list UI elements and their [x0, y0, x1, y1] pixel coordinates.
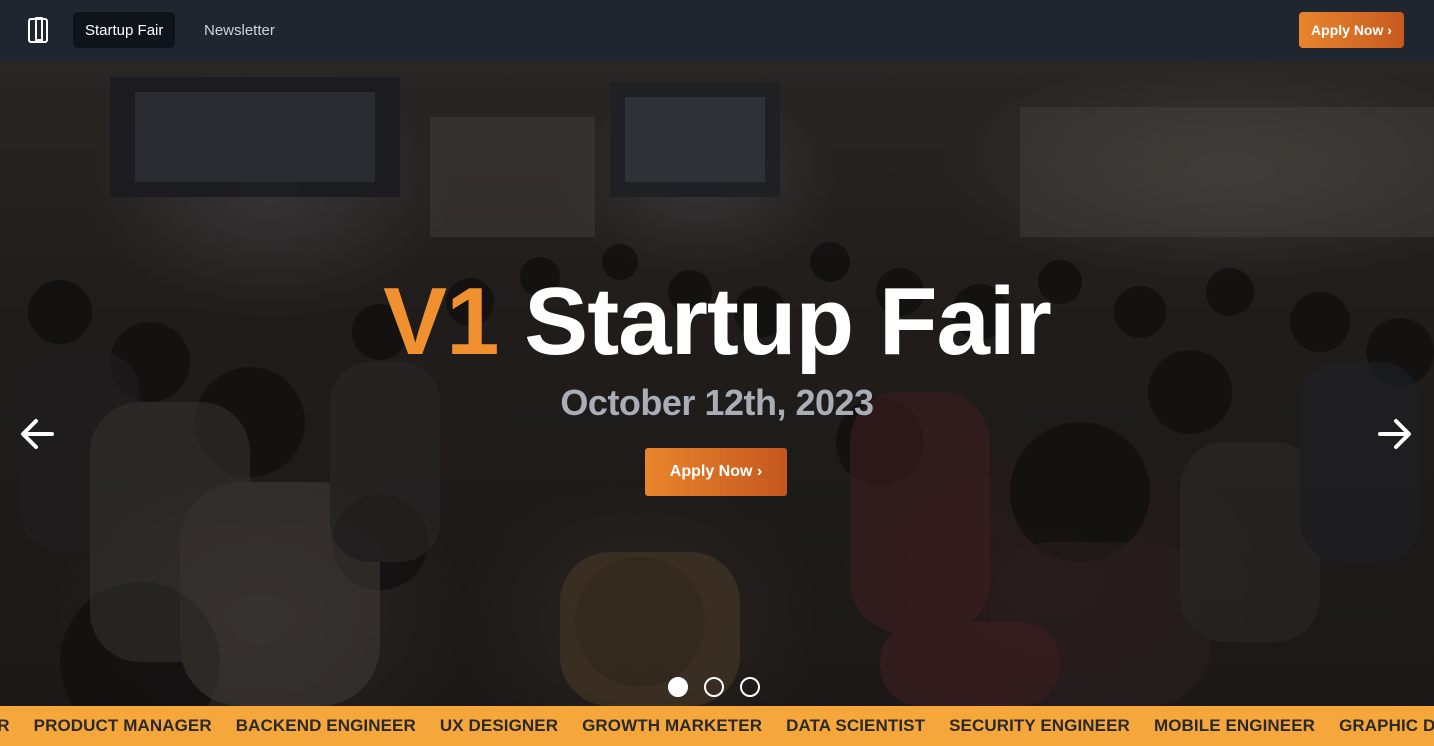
ticker-item: MOBILE ENGINEER [1153, 716, 1316, 735]
arrow-left-icon[interactable] [18, 414, 58, 454]
header-apply-button[interactable]: Apply Now › [1299, 12, 1404, 48]
ticker-item: NEER [0, 716, 10, 735]
ticker-item: SECURITY ENGINEER [949, 716, 1130, 735]
hero-title-text: Startup Fair [524, 268, 1052, 375]
hero-title: V1 Startup Fair [0, 267, 1434, 377]
hero-date: October 12th, 2023 [560, 382, 874, 423]
book-logo-icon[interactable] [27, 16, 51, 44]
nav-startup-fair[interactable]: Startup Fair [73, 12, 176, 48]
ticker-item: UX DESIGNER [439, 716, 559, 735]
ticker-item: GRAPHIC DESI [1339, 716, 1434, 735]
ticker-item: GROWTH MARKETER [582, 716, 763, 735]
roles-ticker: NEER PRODUCT MANAGER BACKEND ENGINEER UX… [0, 706, 1434, 746]
carousel-dot-2[interactable] [704, 677, 724, 697]
arrow-right-icon[interactable] [1374, 414, 1414, 454]
hero-title-accent: V1 [383, 268, 499, 375]
ticker-item: DATA SCIENTIST [786, 716, 926, 735]
top-navbar: Startup Fair Newsletter Apply Now › [0, 0, 1434, 62]
carousel-indicators [668, 677, 760, 697]
nav-newsletter[interactable]: Newsletter [192, 12, 287, 48]
ticker-item: PRODUCT MANAGER [33, 716, 212, 735]
ticker-item: BACKEND ENGINEER [235, 716, 416, 735]
carousel-dot-1[interactable] [668, 677, 688, 697]
ticker-track: NEER PRODUCT MANAGER BACKEND ENGINEER UX… [0, 706, 1434, 746]
hero-apply-button[interactable]: Apply Now › [645, 448, 787, 496]
carousel-dot-3[interactable] [740, 677, 760, 697]
hero-carousel: V1 Startup Fair October 12th, 2023 Apply… [0, 62, 1434, 706]
